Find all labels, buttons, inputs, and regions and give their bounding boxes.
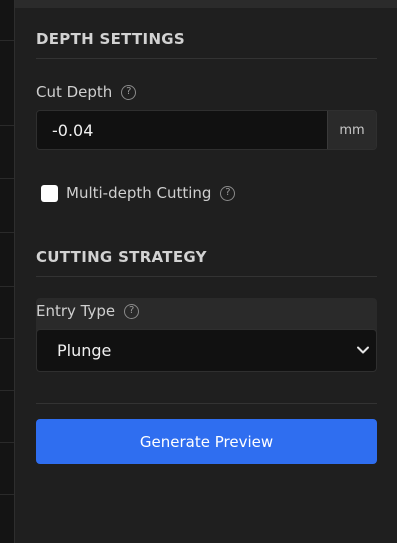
left-panel-edge bbox=[0, 0, 15, 543]
section-title-depth-settings: DEPTH SETTINGS bbox=[36, 30, 186, 48]
row-divider bbox=[0, 40, 14, 41]
entry-type-label: Entry Type bbox=[36, 302, 116, 320]
multi-depth-row: Multi-depth Cutting ? bbox=[41, 184, 236, 202]
section-divider bbox=[36, 276, 377, 277]
entry-type-select[interactable]: Plunge bbox=[36, 329, 377, 372]
settings-panel: DEPTH SETTINGS Cut Depth ? mm Multi-dept… bbox=[15, 8, 397, 543]
help-icon[interactable]: ? bbox=[124, 303, 140, 319]
row-divider bbox=[0, 178, 14, 179]
help-icon[interactable]: ? bbox=[220, 185, 236, 201]
row-divider bbox=[0, 494, 14, 495]
help-icon[interactable]: ? bbox=[121, 84, 137, 100]
section-divider bbox=[36, 58, 377, 59]
row-divider bbox=[0, 442, 14, 443]
row-divider bbox=[0, 338, 14, 339]
entry-type-field: Entry Type ? Plunge bbox=[36, 298, 377, 372]
cut-depth-label-row: Cut Depth ? bbox=[36, 83, 137, 101]
section-title-cutting-strategy: CUTTING STRATEGY bbox=[36, 248, 207, 266]
multi-depth-checkbox[interactable] bbox=[41, 184, 58, 202]
entry-type-selected-value: Plunge bbox=[57, 341, 112, 360]
section-divider bbox=[36, 403, 377, 404]
generate-preview-button[interactable]: Generate Preview bbox=[36, 419, 377, 464]
cut-depth-label: Cut Depth bbox=[36, 83, 113, 101]
unit-suffix: mm bbox=[327, 111, 376, 149]
row-divider bbox=[0, 125, 14, 126]
top-bar bbox=[15, 0, 397, 8]
cut-depth-input-group: mm bbox=[36, 110, 377, 150]
cut-depth-input[interactable] bbox=[37, 111, 327, 149]
app-root: DEPTH SETTINGS Cut Depth ? mm Multi-dept… bbox=[0, 0, 397, 543]
chevron-down-icon bbox=[357, 346, 369, 354]
multi-depth-label[interactable]: Multi-depth Cutting bbox=[66, 184, 211, 202]
row-divider bbox=[0, 232, 14, 233]
row-divider bbox=[0, 390, 14, 391]
entry-type-label-row: Entry Type ? bbox=[36, 302, 140, 320]
row-divider bbox=[0, 286, 14, 287]
